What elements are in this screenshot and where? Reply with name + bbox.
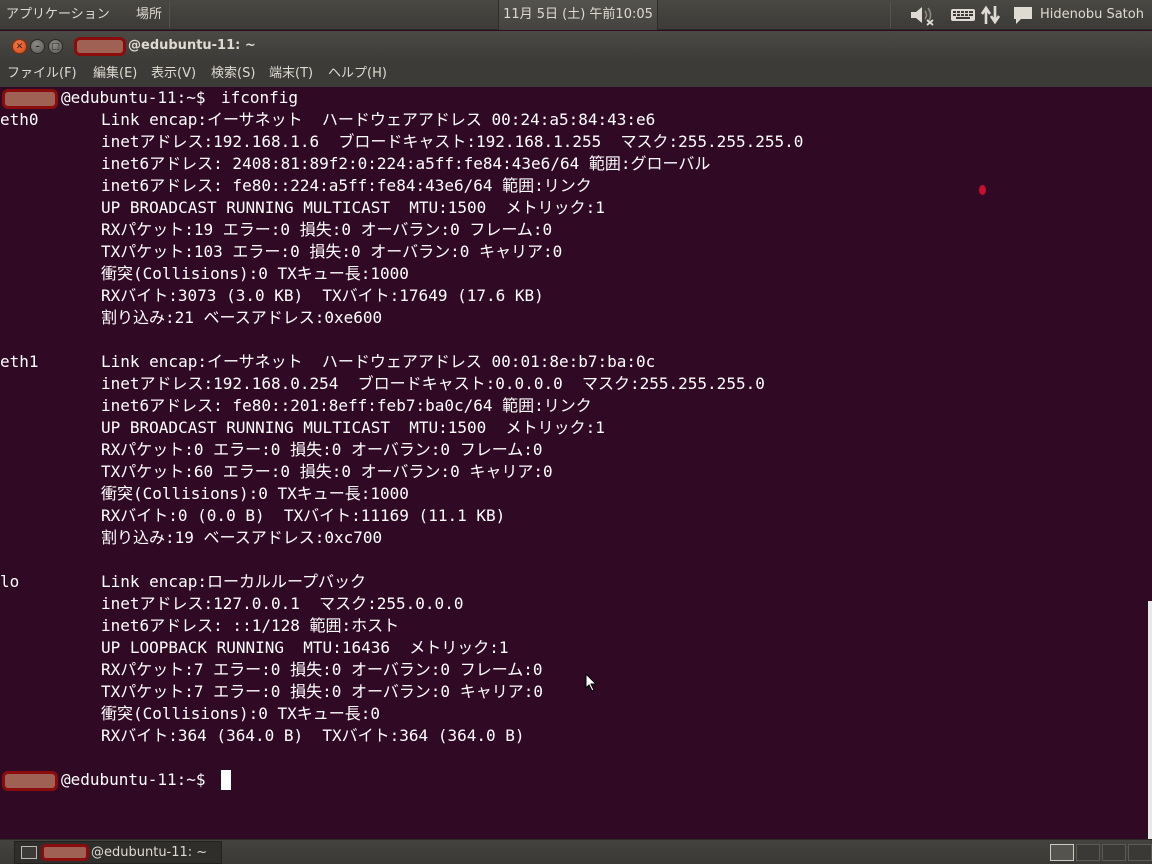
output-line: RXパケット:0 エラー:0 損失:0 オーバラン:0 フレーム:0 (101, 440, 543, 459)
interface-name: eth0 (0, 110, 39, 129)
panel-separator (890, 2, 891, 28)
scrollbar[interactable] (1148, 601, 1152, 839)
network-icon[interactable] (979, 4, 1003, 26)
volume-muted-icon[interactable] (908, 4, 936, 26)
taskbar-label: @edubuntu-11: ~ (91, 845, 208, 860)
output-line: RXバイト:364 (364.0 B) TXバイト:364 (364.0 B) (101, 726, 525, 745)
workspace-1[interactable] (1050, 844, 1074, 861)
output-line: 衝突(Collisions):0 TXキュー長:1000 (101, 264, 409, 283)
close-button[interactable]: ✕ (12, 39, 27, 54)
output-line: inetアドレス:192.168.0.254 ブロードキャスト:0.0.0.0 … (101, 374, 765, 393)
redacted-username (74, 37, 126, 56)
redacted-username (41, 844, 89, 861)
output-line: RXパケット:19 エラー:0 損失:0 オーバラン:0 フレーム:0 (101, 220, 553, 239)
output-line: inet6アドレス: ::1/128 範囲:ホスト (101, 616, 400, 635)
places-menu[interactable]: 場所 (136, 0, 162, 30)
taskbar-terminal-item[interactable]: @edubuntu-11: ~ (14, 841, 222, 864)
maximize-button[interactable]: □ (48, 39, 63, 54)
output-line: 割り込み:19 ベースアドレス:0xc700 (101, 528, 383, 547)
red-dot-marker (979, 185, 986, 195)
output-line: inet6アドレス: 2408:81:89f2:0:224:a5ff:fe84:… (101, 154, 711, 173)
workspace-4[interactable] (1128, 844, 1152, 861)
menu-file[interactable]: ファイル(F) (7, 61, 77, 87)
menu-terminal[interactable]: 端末(T) (269, 61, 313, 87)
text-cursor (221, 770, 231, 790)
prompt: @edubuntu-11:~$ (61, 88, 206, 107)
output-line: 衝突(Collisions):0 TXキュー長:1000 (101, 484, 409, 503)
window-title-bar[interactable]: ✕ – □ @edubuntu-11: ~ (0, 31, 1152, 61)
command: ifconfig (221, 88, 299, 107)
redacted-username (2, 771, 58, 791)
clock[interactable]: 11月 5日 (土) 午前10:05 (498, 0, 658, 30)
output-line: TXパケット:7 エラー:0 損失:0 オーバラン:0 キャリア:0 (101, 682, 543, 701)
output-line: UP LOOPBACK RUNNING MTU:16436 メトリック:1 (101, 638, 509, 657)
output-line: 割り込み:21 ベースアドレス:0xe600 (101, 308, 383, 327)
output-line: inetアドレス:127.0.0.1 マスク:255.0.0.0 (101, 594, 464, 613)
output-line: TXパケット:60 エラー:0 損失:0 オーバラン:0 キャリア:0 (101, 462, 553, 481)
output-line: Link encap:イーサネット ハードウェアアドレス 00:24:a5:84… (101, 110, 656, 129)
output-line: TXパケット:103 エラー:0 損失:0 オーバラン:0 キャリア:0 (101, 242, 563, 261)
applications-menu[interactable]: アプリケーション (6, 0, 110, 30)
minimize-button[interactable]: – (30, 39, 45, 54)
menu-help[interactable]: ヘルプ(H) (328, 61, 387, 87)
panel-separator (169, 2, 170, 28)
menu-edit[interactable]: 編集(E) (93, 61, 137, 87)
chat-icon[interactable] (1011, 4, 1035, 26)
output-line: inetアドレス:192.168.1.6 ブロードキャスト:192.168.1.… (101, 132, 804, 151)
menu-view[interactable]: 表示(V) (151, 61, 196, 87)
output-line: RXバイト:3073 (3.0 KB) TXバイト:17649 (17.6 KB… (101, 286, 544, 305)
bottom-panel: @edubuntu-11: ~ (0, 839, 1152, 864)
workspace-2[interactable] (1076, 844, 1100, 861)
prompt: @edubuntu-11:~$ (61, 770, 206, 789)
terminal-output[interactable]: @edubuntu-11:~$ ifconfig eth0 Link encap… (0, 87, 1152, 839)
top-panel: アプリケーション 場所 11月 5日 (土) 午前10:05 Hidenobu … (0, 0, 1152, 30)
interface-name: eth1 (0, 352, 39, 371)
output-line: UP BROADCAST RUNNING MULTICAST MTU:1500 … (101, 418, 605, 437)
output-line: 衝突(Collisions):0 TXキュー長:0 (101, 704, 381, 723)
output-line: RXパケット:7 エラー:0 損失:0 オーバラン:0 フレーム:0 (101, 660, 543, 679)
output-line: inet6アドレス: fe80::201:8eff:feb7:ba0c/64 範… (101, 396, 592, 415)
window-title: @edubuntu-11: ~ (128, 38, 256, 53)
output-line: inet6アドレス: fe80::224:a5ff:fe84:43e6/64 範… (101, 176, 592, 195)
menu-bar: ファイル(F) 編集(E) 表示(V) 検索(S) 端末(T) ヘルプ(H) (0, 61, 1152, 87)
output-line: UP BROADCAST RUNNING MULTICAST MTU:1500 … (101, 198, 605, 217)
terminal-icon (21, 846, 37, 859)
mouse-pointer-icon (585, 673, 598, 692)
output-line: Link encap:イーサネット ハードウェアアドレス 00:01:8e:b7… (101, 352, 656, 371)
output-line: Link encap:ローカルループバック (101, 572, 367, 591)
menu-search[interactable]: 検索(S) (211, 61, 255, 87)
workspace-3[interactable] (1102, 844, 1126, 861)
redacted-username (2, 89, 58, 109)
user-name[interactable]: Hidenobu Satoh (1040, 0, 1144, 30)
keyboard-icon[interactable] (950, 4, 976, 26)
output-line: RXバイト:0 (0.0 B) TXバイト:11169 (11.1 KB) (101, 506, 506, 525)
interface-name: lo (0, 572, 20, 591)
